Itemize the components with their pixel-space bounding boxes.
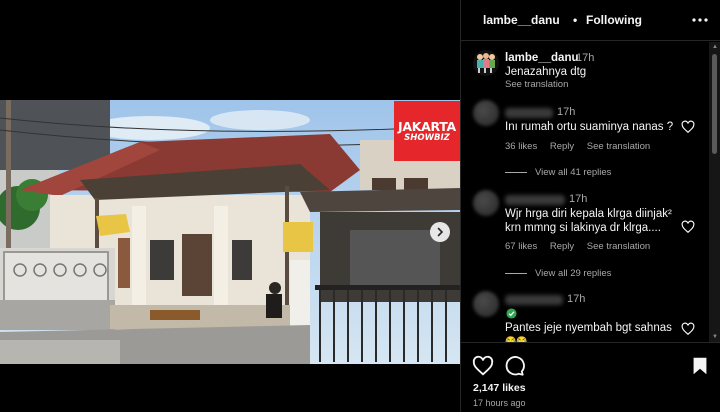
comment-avatar[interactable]	[473, 100, 499, 126]
post-sidebar: lambe__danu • Following lambe__danu 17h …	[460, 0, 720, 412]
post-photo[interactable]: JAKARTA SHOWBIZ	[0, 100, 460, 364]
more-options-icon[interactable]	[691, 12, 709, 28]
header-username[interactable]: lambe__danu	[483, 13, 560, 27]
next-media-button[interactable]	[430, 222, 450, 242]
caption-username[interactable]: lambe__danu	[505, 52, 579, 64]
heart-icon[interactable]	[681, 322, 695, 336]
media-watermark: JAKARTA SHOWBIZ	[394, 101, 460, 161]
header-separator: •	[573, 13, 578, 27]
watermark-line1: JAKARTA	[398, 118, 456, 134]
replies-line	[505, 273, 527, 274]
comment-likes[interactable]: 36 likes	[505, 141, 537, 152]
view-replies-label: View all 41 replies	[535, 167, 612, 178]
likes-count[interactable]: 2,147 likes	[473, 382, 526, 394]
scroll-up-arrow-icon[interactable]: ▲	[712, 44, 718, 50]
reply-button[interactable]: Reply	[550, 241, 574, 252]
comment-meta: 67 likes Reply See translation	[505, 241, 660, 252]
comment-meta: 36 likes Reply See translation	[505, 141, 660, 152]
caption-text: Jenazahnya dtg	[505, 66, 587, 78]
house-photo-illustration	[0, 100, 460, 364]
comment-text-line1: Pantes jeje nyembah bgt sahnas	[505, 322, 672, 334]
comment-username-redacted[interactable]	[505, 195, 565, 205]
comment-icon[interactable]	[503, 355, 525, 377]
comment-text: Inı rumah ortu suaminya nanas ?	[505, 121, 674, 133]
view-replies-button[interactable]: View all 41 replies	[505, 167, 611, 178]
comments-list: lambe__danu 17h Jenazahnya dtg See trans…	[461, 42, 708, 342]
comment-text-line1: Wjr hrga diri kepala klrga diinjak²	[505, 208, 672, 220]
verified-check-icon	[506, 308, 517, 319]
comments-scrollbar[interactable]: ▲ ▼	[709, 42, 720, 342]
save-bookmark-icon[interactable]	[689, 355, 711, 377]
comment-avatar[interactable]	[473, 291, 499, 317]
view-replies-label: View all 29 replies	[535, 268, 612, 279]
comment-likes[interactable]: 67 likes	[505, 241, 537, 252]
see-translation-link[interactable]: See translation	[587, 141, 650, 152]
comment-time: 17h	[557, 106, 576, 118]
comment-username-redacted[interactable]	[505, 108, 553, 118]
comment-text-line2: krn mmng si lakinya dr klrga....	[505, 222, 661, 234]
see-translation-link[interactable]: See translation	[587, 241, 650, 252]
post-media: JAKARTA SHOWBIZ	[0, 0, 460, 412]
post-actions: 2,147 likes 17 hours ago	[461, 342, 720, 412]
following-button[interactable]: Following	[586, 13, 642, 27]
comment-time: 17h	[567, 293, 586, 305]
post-time-ago[interactable]: 17 hours ago	[473, 398, 526, 408]
reply-button[interactable]: Reply	[550, 141, 574, 152]
caption-time: 17h	[576, 52, 595, 64]
comment-avatar[interactable]	[473, 190, 499, 216]
replies-line	[505, 172, 527, 173]
comment-time: 17h	[569, 193, 588, 205]
view-replies-button[interactable]: View all 29 replies	[505, 268, 611, 279]
scroll-down-arrow-icon[interactable]: ▼	[712, 334, 718, 340]
caption-see-translation[interactable]: See translation	[505, 79, 568, 90]
post-header: lambe__danu • Following	[461, 0, 720, 41]
profile-illustration-icon	[477, 53, 495, 73]
next-arrow-icon	[437, 227, 444, 237]
avatar[interactable]	[473, 50, 499, 76]
comment-username-redacted[interactable]	[505, 295, 563, 305]
heart-icon[interactable]	[681, 220, 695, 234]
heart-icon[interactable]	[681, 120, 695, 134]
heart-icon[interactable]	[472, 355, 494, 377]
scroll-thumb[interactable]	[712, 54, 717, 154]
watermark-line2: SHOWBIZ	[404, 132, 450, 143]
